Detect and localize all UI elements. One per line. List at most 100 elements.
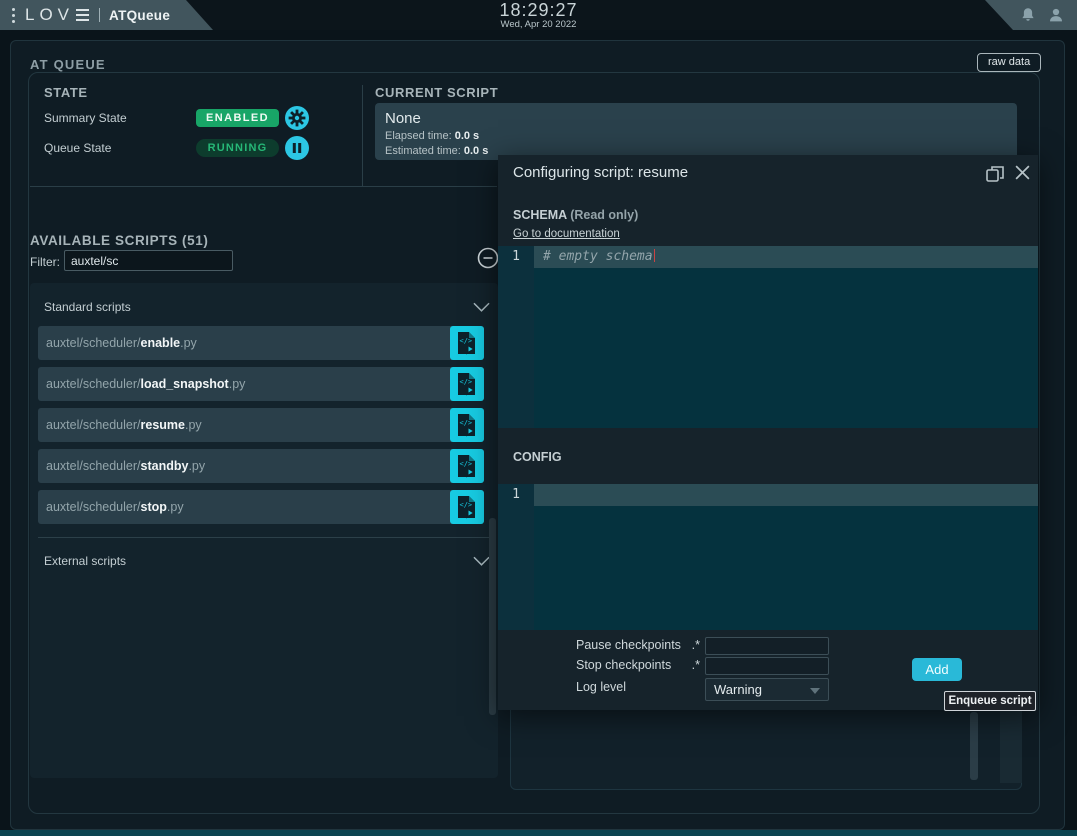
script-row-load-snapshot[interactable]: auxtel/scheduler/load_snapshot.py </> — [38, 367, 484, 401]
queue-state-badge: RUNNING — [196, 139, 279, 157]
script-path: auxtel/scheduler/enable.py — [46, 336, 197, 350]
raw-data-button[interactable]: raw data — [977, 53, 1041, 72]
schema-readonly-text: (Read only) — [567, 208, 639, 222]
script-ext: .py — [180, 336, 197, 350]
script-dir: auxtel/scheduler/ — [46, 500, 141, 514]
filter-label: Filter: — [30, 255, 60, 269]
filter-input[interactable] — [64, 250, 233, 271]
bell-icon[interactable] — [1019, 6, 1037, 24]
script-path: auxtel/scheduler/standby.py — [46, 459, 205, 473]
queue-pause-button[interactable] — [285, 136, 309, 160]
panel-title: AT QUEUE — [30, 57, 106, 72]
enqueue-script-tooltip: Enqueue script — [944, 691, 1036, 711]
menu-dots-icon[interactable] — [12, 8, 15, 23]
chevron-down-icon — [473, 302, 490, 312]
log-level-select[interactable]: Warning — [705, 678, 829, 701]
estimated-time-label: Estimated time: — [385, 145, 464, 157]
log-level-value: Warning — [714, 682, 762, 697]
launch-script-button[interactable]: </> — [450, 367, 484, 401]
estimated-time: Estimated time: 0.0 s — [385, 145, 488, 157]
script-name: load_snapshot — [141, 377, 229, 391]
close-button[interactable] — [1011, 164, 1033, 184]
queue-background-card — [510, 700, 1022, 790]
stop-checkpoints-row: Stop checkpoints .* — [576, 658, 700, 672]
top-bar-right — [985, 0, 1077, 30]
script-row-enable[interactable]: auxtel/scheduler/enable.py </> — [38, 326, 484, 360]
launch-script-button[interactable]: </> — [450, 449, 484, 483]
schema-section-title: SCHEMA (Read only) — [513, 208, 638, 222]
section-divider — [30, 186, 497, 187]
log-level-label: Log level — [576, 680, 626, 694]
svg-text:</>: </> — [460, 419, 473, 427]
collapse-panel-button[interactable] — [477, 247, 499, 269]
script-path: auxtel/scheduler/load_snapshot.py — [46, 377, 245, 391]
script-launch-icon: </> — [457, 495, 477, 519]
script-dir: auxtel/scheduler/ — [46, 336, 141, 350]
launch-script-button[interactable]: </> — [450, 490, 484, 524]
script-name: enable — [141, 336, 181, 350]
minus-circle-icon — [477, 247, 499, 269]
config-active-line — [534, 484, 1038, 506]
script-name: stop — [141, 500, 167, 514]
state-divider — [362, 85, 363, 186]
add-button[interactable]: Add — [912, 658, 962, 681]
svg-text:</>: </> — [460, 460, 473, 468]
script-row-standby[interactable]: auxtel/scheduler/standby.py </> — [38, 449, 484, 483]
external-scripts-label: External scripts — [44, 554, 126, 568]
logo-text: LOV — [25, 5, 74, 25]
summary-state-config-button[interactable] — [285, 106, 309, 130]
modal-title: Configuring script: resume — [513, 164, 688, 181]
schema-editor-gutter — [498, 246, 534, 428]
schema-editor[interactable]: 1 # empty schema — [498, 246, 1038, 428]
pause-checkpoints-input[interactable] — [705, 637, 829, 655]
current-script-name: None — [385, 110, 421, 127]
available-scripts-title: AVAILABLE SCRIPTS (51) — [30, 233, 208, 248]
standard-scripts-group[interactable]: Standard scripts — [44, 297, 490, 317]
external-scripts-group[interactable]: External scripts — [44, 551, 490, 571]
popout-button[interactable] — [984, 164, 1006, 184]
script-launch-icon: </> — [457, 454, 477, 478]
config-line-number: 1 — [498, 487, 534, 502]
script-name: standby — [141, 459, 189, 473]
bottom-strip — [0, 830, 1077, 836]
pause-checkpoints-hint: .* — [692, 638, 700, 652]
gear-icon — [285, 106, 309, 130]
documentation-link[interactable]: Go to documentation — [513, 228, 620, 240]
stop-checkpoints-label: Stop checkpoints — [576, 658, 671, 672]
user-icon[interactable] — [1047, 6, 1065, 24]
scripts-scrollbar-thumb[interactable] — [489, 518, 496, 715]
script-row-resume[interactable]: auxtel/scheduler/resume.py </> — [38, 408, 484, 442]
estimated-time-value: 0.0 s — [464, 145, 488, 157]
log-level-row: Log level — [576, 680, 700, 694]
chevron-down-icon — [473, 556, 490, 566]
launch-script-button[interactable]: </> — [450, 408, 484, 442]
script-name: resume — [141, 418, 185, 432]
script-row-stop[interactable]: auxtel/scheduler/stop.py </> — [38, 490, 484, 524]
screen: LOV ATQueue 18:29:27 Wed, Apr 20 2022 AT… — [0, 0, 1077, 836]
script-dir: auxtel/scheduler/ — [46, 377, 141, 391]
queue-scrollbar-thumb[interactable] — [970, 712, 978, 780]
stop-checkpoints-input[interactable] — [705, 657, 829, 675]
script-path: auxtel/scheduler/stop.py — [46, 500, 184, 514]
current-script-card: None Elapsed time: 0.0 s Estimated time:… — [375, 103, 1017, 160]
script-dir: auxtel/scheduler/ — [46, 418, 141, 432]
pause-icon — [285, 136, 309, 160]
popout-icon — [984, 164, 1006, 184]
schema-title-text: SCHEMA — [513, 208, 567, 222]
launch-script-button[interactable]: </> — [450, 326, 484, 360]
standard-scripts-label: Standard scripts — [44, 300, 131, 314]
elapsed-time-value: 0.0 s — [455, 130, 479, 142]
schema-code-text: # empty schema — [543, 249, 655, 264]
svg-text:</>: </> — [460, 501, 473, 509]
script-launch-icon: </> — [457, 413, 477, 437]
script-launch-icon: </> — [457, 372, 477, 396]
schema-line-number: 1 — [498, 249, 534, 264]
state-section-title: STATE — [44, 85, 88, 100]
summary-state-label: Summary State — [44, 111, 127, 125]
love-logo: LOV — [25, 5, 89, 25]
scripts-list-card: Standard scripts auxtel/scheduler/enable… — [30, 283, 498, 778]
svg-text:</>: </> — [460, 378, 473, 386]
elapsed-time: Elapsed time: 0.0 s — [385, 130, 479, 142]
config-editor[interactable]: 1 — [498, 484, 1038, 630]
config-editor-gutter — [498, 484, 534, 630]
